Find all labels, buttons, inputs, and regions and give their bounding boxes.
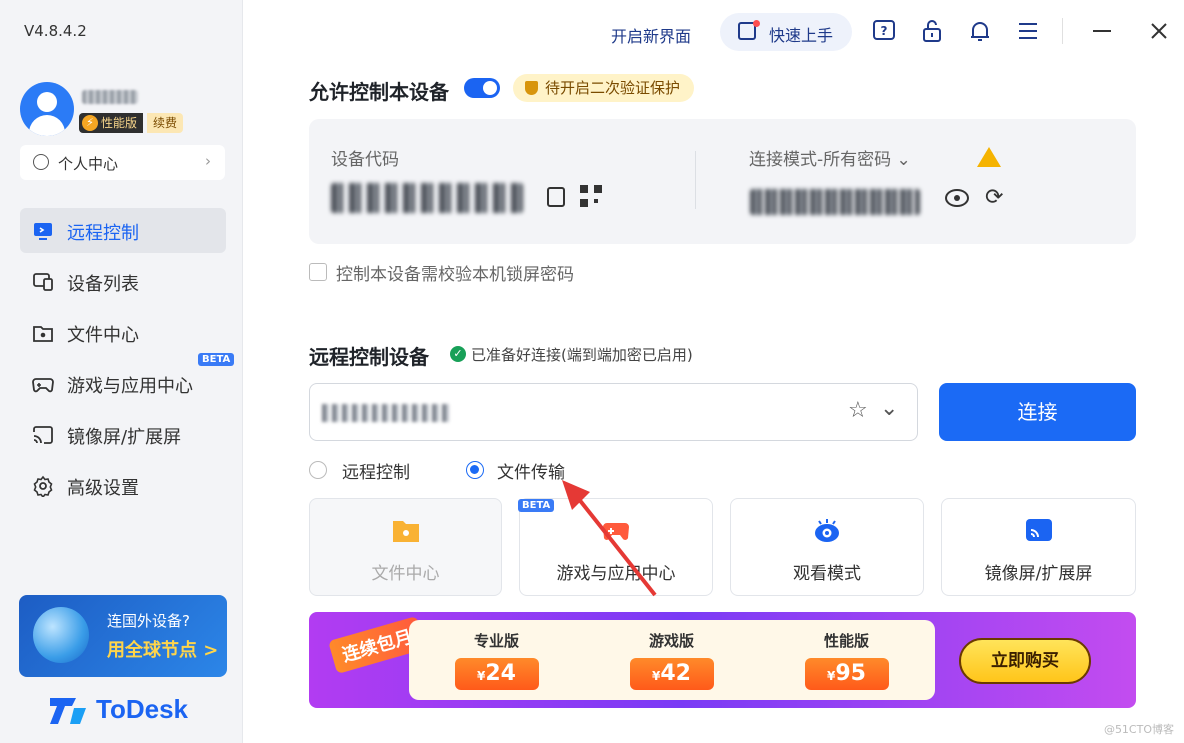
tile-watch-mode[interactable]: 观看模式: [730, 498, 924, 596]
plan-pro[interactable]: 专业版 ¥24: [409, 620, 584, 700]
personal-center-button[interactable]: 个人中心 ›: [20, 145, 225, 180]
monitor-icon: [34, 223, 52, 240]
sidebar-item-advanced-settings[interactable]: 高级设置: [20, 463, 226, 508]
gear-icon: [33, 475, 53, 497]
remote-id-input[interactable]: ☆ ⌄: [309, 383, 918, 441]
connection-mode-select[interactable]: 连接模式-所有密码 ⌄: [749, 145, 911, 170]
sidebar-item-file-center[interactable]: 文件中心: [20, 310, 226, 355]
chevron-right-icon: ›: [205, 152, 211, 170]
eye-icon[interactable]: [945, 189, 969, 207]
lock-icon[interactable]: [919, 18, 945, 44]
plan-game[interactable]: 游戏版 ¥42: [584, 620, 759, 700]
allow-control-title: 允许控制本设备: [309, 80, 449, 104]
check-circle-icon: ✓: [450, 346, 466, 362]
eye-icon: [815, 519, 839, 542]
mode-remote-control-radio[interactable]: [309, 461, 327, 479]
plan-price: ¥24: [454, 658, 539, 690]
beta-badge: BETA: [198, 353, 235, 366]
notification-dot: [753, 20, 760, 27]
open-new-ui-link[interactable]: 开启新界面: [611, 23, 691, 47]
plan-price: ¥42: [629, 658, 714, 690]
device-code-label: 设备代码: [331, 150, 399, 170]
tile-file-center[interactable]: 文件中心: [309, 498, 502, 596]
todesk-logo-icon: [50, 698, 86, 724]
device-code-value-blurred: [331, 183, 523, 213]
qrcode-icon[interactable]: [580, 185, 602, 207]
avatar[interactable]: [20, 82, 74, 136]
mode-file-transfer-radio[interactable]: [466, 461, 484, 479]
connection-status: 已准备好连接(端到端加密已启用): [471, 346, 693, 364]
mode-file-transfer-label[interactable]: 文件传输: [497, 458, 565, 483]
chevron-down-icon[interactable]: ⌄: [880, 396, 898, 421]
remote-control-title: 远程控制设备: [309, 345, 429, 369]
bell-icon[interactable]: [967, 18, 993, 44]
bolt-icon: ⚡: [82, 115, 98, 131]
lock-screen-check-label: 控制本设备需校验本机锁屏密码: [336, 265, 574, 285]
renew-button[interactable]: 续费: [147, 113, 184, 133]
sidebar-item-remote-control[interactable]: 远程控制: [20, 208, 226, 253]
quick-start-button[interactable]: 快速上手: [720, 13, 852, 51]
card-divider: [695, 151, 696, 209]
tier-badge: ⚡ 性能版: [79, 113, 144, 133]
cast-icon: [33, 426, 53, 444]
buy-now-button[interactable]: 立即购买: [959, 638, 1091, 684]
minimize-icon[interactable]: [1089, 18, 1115, 44]
beta-badge: BETA: [518, 499, 555, 512]
topbar-divider: [1062, 18, 1063, 44]
globe-icon: [33, 607, 89, 663]
subscription-banner[interactable]: 连续包月 专业版 ¥24 游戏版 ¥42 性能版 ¥95 立即购买: [309, 612, 1136, 708]
tile-mirror-extend[interactable]: 镜像屏/扩展屏: [941, 498, 1136, 596]
plan-price: ¥95: [804, 658, 889, 690]
sidebar-item-mirror-extend[interactable]: 镜像屏/扩展屏: [20, 412, 226, 457]
sidebar: V4.8.4.2 ⚡ 性能版 续费 个人中心 › 远程控制 设备列表 文件中心 游…: [0, 0, 243, 743]
folder-icon: [33, 326, 53, 342]
lock-screen-check-checkbox[interactable]: [309, 263, 327, 281]
device-info-card: 设备代码 连接模式-所有密码 ⌄ ⟳: [309, 119, 1136, 244]
shield-icon: [525, 81, 538, 95]
refresh-icon[interactable]: ⟳: [985, 185, 1003, 210]
star-icon[interactable]: ☆: [848, 398, 868, 423]
devices-icon: [33, 273, 53, 291]
user-icon: [33, 154, 49, 170]
app-version: V4.8.4.2: [24, 22, 87, 40]
sidebar-item-game-app-center[interactable]: 游戏与应用中心: [20, 361, 226, 406]
menu-icon[interactable]: [1015, 18, 1041, 44]
help-icon[interactable]: ?: [871, 18, 897, 44]
sidebar-item-device-list[interactable]: 设备列表: [20, 259, 226, 304]
connect-button[interactable]: 连接: [939, 383, 1136, 441]
folder-icon: [392, 521, 419, 542]
annotation-arrow: [562, 480, 657, 597]
plan-cards: 专业版 ¥24 游戏版 ¥42 性能版 ¥95: [409, 620, 935, 700]
two-factor-warning[interactable]: 待开启二次验证保护: [513, 74, 695, 102]
sidebar-nav: 远程控制 设备列表 文件中心 游戏与应用中心 镜像屏/扩展屏 高级设置: [20, 208, 226, 514]
copy-icon[interactable]: [547, 187, 565, 207]
warning-icon[interactable]: [977, 147, 1001, 167]
svg-text:?: ?: [881, 24, 888, 38]
plan-performance[interactable]: 性能版 ¥95: [759, 620, 934, 700]
cast-icon: [1025, 519, 1052, 541]
username-blurred: [82, 90, 138, 104]
mode-remote-control-label[interactable]: 远程控制: [342, 458, 410, 483]
password-value-blurred: [750, 189, 920, 215]
watermark: @51CTO博客: [1103, 723, 1174, 736]
close-icon[interactable]: [1146, 18, 1172, 44]
gamepad-icon: [32, 378, 54, 393]
remote-id-value-blurred: [322, 404, 452, 422]
global-node-promo[interactable]: 连国外设备? 用全球节点 >: [19, 595, 227, 677]
allow-control-toggle[interactable]: [464, 78, 500, 98]
